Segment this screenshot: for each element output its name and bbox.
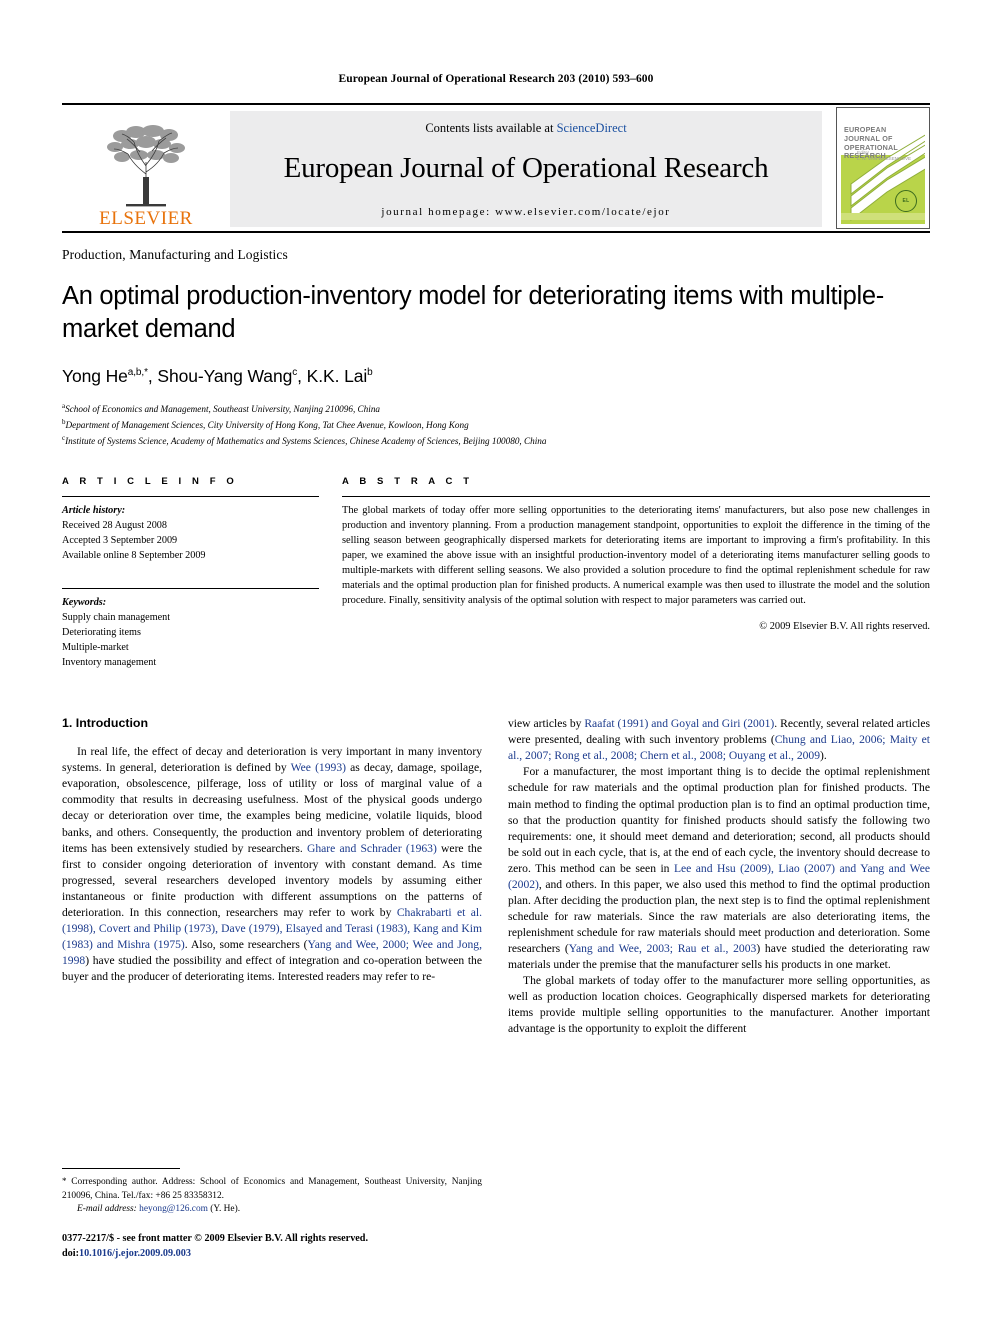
- corresponding-author-note: * Corresponding author. Address: School …: [62, 1175, 482, 1217]
- keywords-label: Keywords:: [62, 597, 107, 609]
- affiliation-text: School of Economics and Management, Sout…: [65, 404, 381, 415]
- article-history-item: Accepted 3 September 2009: [62, 535, 178, 547]
- paragraph: In real life, the effect of decay and de…: [62, 744, 482, 985]
- abstract-header: A B S T R A C T: [342, 476, 474, 488]
- section-heading-introduction: 1. Introduction: [62, 716, 149, 731]
- affiliation-list: aSchool of Economics and Management, Sou…: [62, 401, 930, 449]
- subject-section-label: Production, Manufacturing and Logistics: [62, 247, 288, 262]
- elsevier-logo: ELSEVIER: [62, 105, 230, 231]
- text-run: For a manufacturer, the most important t…: [508, 765, 930, 875]
- doi-link[interactable]: 10.1016/j.ejor.2009.09.003: [79, 1248, 191, 1259]
- citation-link[interactable]: Raafat (1991) and Goyal and Giri (2001): [584, 717, 774, 730]
- footnote-rule: [62, 1168, 180, 1169]
- email-suffix: (Y. He).: [207, 1204, 241, 1215]
- affiliation-text: Department of Management Sciences, City …: [65, 420, 469, 431]
- imprint-block: 0377-2217/$ - see front matter © 2009 El…: [62, 1232, 368, 1262]
- keyword-item: Inventory management: [62, 657, 157, 669]
- affiliation-item: aSchool of Economics and Management, Sou…: [62, 401, 930, 417]
- affiliation-text: Institute of Systems Science, Academy of…: [65, 436, 547, 447]
- text-run: ).: [820, 749, 827, 763]
- journal-cover-thumbnail: EUROPEAN JOURNAL OF OPERATIONAL RESEARCH…: [836, 107, 930, 229]
- citation-link[interactable]: Yang and Wee, 2003; Rau et al., 2003: [569, 942, 757, 955]
- journal-masthead: ELSEVIER Contents lists available at Sci…: [62, 103, 930, 231]
- article-history-item: Received 28 August 2008: [62, 520, 167, 532]
- email-address-label: E-mail address:: [77, 1204, 137, 1215]
- abstract-text: The global markets of today offer more s…: [342, 505, 930, 607]
- keywords-group: Keywords: Supply chain management Deteri…: [62, 589, 319, 680]
- footnote-text: Corresponding author. Address: School of…: [62, 1177, 482, 1201]
- doi-label: doi:: [62, 1247, 79, 1259]
- email-link[interactable]: heyong@126.com: [139, 1204, 208, 1214]
- abstract-column: A B S T R A C T The global markets of to…: [342, 476, 930, 680]
- author-name: Shou-Yang Wang: [157, 366, 293, 387]
- article-info-column: A R T I C L E I N F O Article history: R…: [62, 476, 319, 680]
- journal-title: European Journal of Operational Research: [283, 151, 769, 184]
- journal-band: Contents lists available at ScienceDirec…: [230, 111, 822, 227]
- cover-publisher-emblem: EL: [895, 190, 917, 212]
- article-history-item: Available online 8 September 2009: [62, 550, 206, 562]
- contents-prefix: Contents lists available at: [425, 120, 557, 135]
- elsevier-wordmark: ELSEVIER: [99, 208, 193, 229]
- text-run: . Also, some researchers (: [184, 937, 308, 951]
- paragraph: view articles by Raafat (1991) and Goyal…: [508, 716, 930, 764]
- body-two-column: 1. Introduction In real life, the effect…: [62, 716, 930, 1037]
- author-separator: ,: [147, 366, 158, 387]
- text-run: The global markets of today offer to the…: [508, 974, 930, 1036]
- journal-homepage[interactable]: journal homepage: www.elsevier.com/locat…: [381, 206, 670, 218]
- article-info-header: A R T I C L E I N F O: [62, 476, 238, 488]
- citation-link[interactable]: Wee (1993): [291, 761, 346, 774]
- sciencedirect-link[interactable]: ScienceDirect: [557, 121, 627, 135]
- author-affiliation-marker: b: [367, 367, 373, 379]
- article-history-label: Article history:: [62, 505, 126, 517]
- info-abstract-block: A R T I C L E I N F O Article history: R…: [62, 476, 930, 680]
- contents-line: Contents lists available at ScienceDirec…: [425, 121, 626, 136]
- keyword-item: Supply chain management: [62, 612, 171, 624]
- affiliation-item: bDepartment of Management Sciences, City…: [62, 417, 930, 433]
- author-affiliation-marker: a,b,*: [127, 367, 148, 379]
- author-list: Yong Hea,b,*, Shou-Yang Wangc, K.K. Laib: [62, 366, 930, 387]
- text-run: as decay, damage, spoilage, evaporation,…: [62, 761, 482, 855]
- issn-front-matter: 0377-2217/$ - see front matter © 2009 El…: [62, 1233, 369, 1244]
- author-name: K.K. Lai: [306, 366, 368, 387]
- text-run: ) have studied the possibility and effec…: [62, 953, 482, 983]
- author-name: Yong He: [62, 366, 128, 387]
- body-column-right: view articles by Raafat (1991) and Goyal…: [508, 716, 930, 1037]
- paragraph: The global markets of today offer to the…: [508, 973, 930, 1037]
- citation-link[interactable]: Ghare and Schrader (1963): [307, 842, 437, 855]
- keyword-item: Multiple-market: [62, 642, 129, 654]
- cover-subtitle-text: Editor L. N. VAN WASSENHOVE: [857, 150, 912, 161]
- running-head: European Journal of Operational Research…: [338, 73, 654, 85]
- text-run: view articles by: [508, 717, 585, 731]
- email-line: E-mail address: heyong@126.com (Y. He).: [62, 1203, 482, 1217]
- article-history-group: Article history: Received 28 August 2008…: [62, 497, 319, 573]
- footnote-area: * Corresponding author. Address: School …: [62, 1168, 482, 1217]
- article-title: An optimal production-inventory model fo…: [62, 282, 884, 344]
- author-separator: ,: [297, 366, 307, 387]
- masthead-bottom-rule: [62, 231, 930, 233]
- keyword-item: Deteriorating items: [62, 627, 141, 639]
- elsevier-tree-icon: [107, 125, 185, 207]
- paragraph: For a manufacturer, the most important t…: [508, 764, 930, 973]
- journal-article-page: European Journal of Operational Research…: [0, 0, 992, 1323]
- doi-line: doi:10.1016/j.ejor.2009.09.003: [62, 1247, 368, 1262]
- body-column-left: 1. Introduction In real life, the effect…: [62, 716, 482, 1037]
- copyright-line: © 2009 Elsevier B.V. All rights reserved…: [759, 621, 930, 633]
- affiliation-item: cInstitute of Systems Science, Academy o…: [62, 433, 930, 449]
